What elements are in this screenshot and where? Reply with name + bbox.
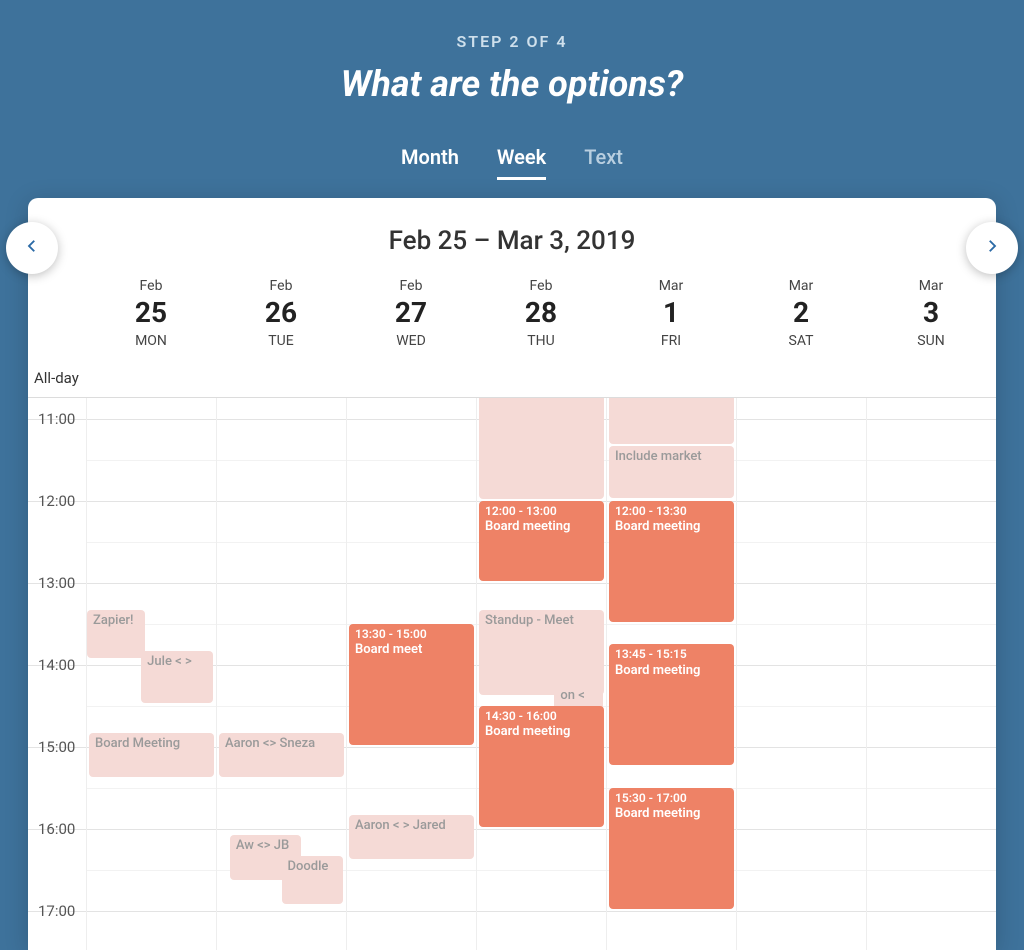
hour-label: 14:00: [38, 656, 75, 674]
day-header[interactable]: Mar 1 FRI: [606, 278, 736, 349]
day-header-num: 1: [606, 296, 736, 329]
event-time: 15:30 - 17:00: [615, 791, 728, 807]
tab-month[interactable]: Month: [401, 145, 459, 180]
day-header-num: 3: [866, 296, 996, 329]
busy-event[interactable]: Standup - Meet: [479, 610, 604, 696]
poll-option-event[interactable]: 15:30 - 17:00Board meeting: [609, 788, 734, 909]
event-title: Board meet: [355, 642, 422, 657]
day-header-dow: MON: [86, 333, 216, 349]
hour-label: 17:00: [38, 902, 75, 920]
event-time: 14:30 - 16:00: [485, 709, 598, 725]
day-header[interactable]: Mar 2 SAT: [736, 278, 866, 349]
day-headers: Feb25MONFeb26TUEFeb27WEDFeb28THUMar1FRIM…: [28, 278, 996, 349]
event-title: Standup - Meet: [485, 613, 574, 628]
day-header-month: Feb: [346, 278, 476, 294]
tab-week[interactable]: Week: [497, 145, 546, 180]
allday-row-label: All-day: [28, 349, 996, 398]
day-header-dow: SAT: [736, 333, 866, 349]
day-header-num: 28: [476, 296, 606, 329]
event-title: Board meeting: [615, 519, 700, 534]
event-title: Board meeting: [615, 806, 700, 821]
event-title: Aaron < > Jared: [355, 818, 446, 833]
day-header-dow: SUN: [866, 333, 996, 349]
day-column[interactable]: [866, 398, 996, 950]
busy-event[interactable]: Aaron < > Jared: [349, 815, 474, 860]
day-columns: Zapier! Jule < > Board Meeting Aaron <> Sne…: [86, 398, 996, 950]
wizard-step-label: STEP 2 OF 4: [0, 32, 1024, 51]
day-column[interactable]: Aaron <> Sneza Aw <> JB Doodle: [216, 398, 346, 950]
busy-event[interactable]: Jule < >: [141, 651, 213, 704]
event-title: Aw <> JB: [236, 838, 289, 853]
day-column[interactable]: Zapier! Jule < > Board Meeting: [86, 398, 216, 950]
day-header[interactable]: Feb 26 TUE: [216, 278, 346, 349]
day-header[interactable]: Feb 25 MON: [86, 278, 216, 349]
date-range-label: Feb 25 – Mar 3, 2019: [28, 198, 996, 278]
day-header-dow: TUE: [216, 333, 346, 349]
page-title: What are the options?: [0, 63, 1024, 105]
week-grid[interactable]: 11:00 12:00 13:00 14:00 15:00 16:00 17:00 Zapi…: [28, 398, 996, 950]
day-header-month: Feb: [476, 278, 606, 294]
event-time: 12:00 - 13:00: [485, 504, 598, 520]
day-column[interactable]: 12:00 - 13:00Board meetingStandup - Meet…: [476, 398, 606, 950]
day-header[interactable]: Feb 28 THU: [476, 278, 606, 349]
poll-option-event[interactable]: 12:00 - 13:00Board meeting: [479, 501, 604, 581]
day-header-month: Feb: [86, 278, 216, 294]
view-tabs: Month Week Text: [0, 145, 1024, 180]
event-time: 13:30 - 15:00: [355, 627, 468, 643]
day-header-num: 27: [346, 296, 476, 329]
busy-event[interactable]: Board Meeting: [89, 733, 214, 778]
day-header-dow: THU: [476, 333, 606, 349]
busy-event[interactable]: Doodle: [282, 856, 344, 905]
event-title: Board meeting: [615, 663, 700, 678]
day-header-month: Feb: [216, 278, 346, 294]
day-header[interactable]: Mar 3 SUN: [866, 278, 996, 349]
tab-text[interactable]: Text: [584, 145, 623, 180]
busy-event[interactable]: Zapier!: [87, 610, 145, 659]
hour-label: 13:00: [38, 574, 75, 592]
day-header-month: Mar: [606, 278, 736, 294]
day-header-dow: FRI: [606, 333, 736, 349]
day-header-dow: WED: [346, 333, 476, 349]
event-time: 13:45 - 15:15: [615, 647, 728, 663]
hour-label: 16:00: [38, 820, 75, 838]
day-header[interactable]: Feb 27 WED: [346, 278, 476, 349]
day-header-num: 26: [216, 296, 346, 329]
event-title: Aaron <> Sneza: [225, 736, 315, 751]
hour-label: 15:00: [38, 738, 75, 756]
day-column[interactable]: [736, 398, 866, 950]
event-title: on <: [560, 688, 584, 703]
busy-event[interactable]: Aaron <> Sneza: [219, 733, 344, 778]
poll-option-event[interactable]: 13:45 - 15:15Board meeting: [609, 644, 734, 765]
busy-event[interactable]: Include market: [609, 446, 734, 499]
event-title: Include market: [615, 449, 702, 464]
event-title: Zapier!: [93, 613, 133, 628]
event-title: Board meeting: [485, 519, 570, 534]
poll-option-event[interactable]: 12:00 - 13:30Board meeting: [609, 501, 734, 622]
event-title: Jule < >: [147, 654, 192, 669]
day-header-month: Mar: [866, 278, 996, 294]
poll-option-event[interactable]: 13:30 - 15:00Board meet: [349, 624, 474, 745]
hour-label: 11:00: [38, 410, 75, 428]
event-title: Board meeting: [485, 724, 570, 739]
poll-option-event[interactable]: 14:30 - 16:00Board meeting: [479, 706, 604, 827]
day-header-num: 25: [86, 296, 216, 329]
calendar-card: Feb 25 – Mar 3, 2019 Feb25MONFeb26TUEFeb…: [28, 198, 996, 950]
event-title: Doodle: [288, 859, 329, 874]
next-week-button[interactable]: [966, 222, 1018, 274]
busy-event[interactable]: [479, 398, 604, 499]
prev-week-button[interactable]: [6, 222, 58, 274]
event-title: Board Meeting: [95, 736, 180, 751]
busy-event[interactable]: [609, 398, 734, 444]
day-header-num: 2: [736, 296, 866, 329]
chevron-right-icon: [983, 237, 1001, 259]
day-header-month: Mar: [736, 278, 866, 294]
event-time: 12:00 - 13:30: [615, 504, 728, 520]
day-column[interactable]: 13:30 - 15:00Board meet Aaron < > Jared: [346, 398, 476, 950]
day-column[interactable]: Include market12:00 - 13:30Board meeting…: [606, 398, 736, 950]
chevron-left-icon: [23, 237, 41, 259]
hour-label: 12:00: [38, 492, 75, 510]
